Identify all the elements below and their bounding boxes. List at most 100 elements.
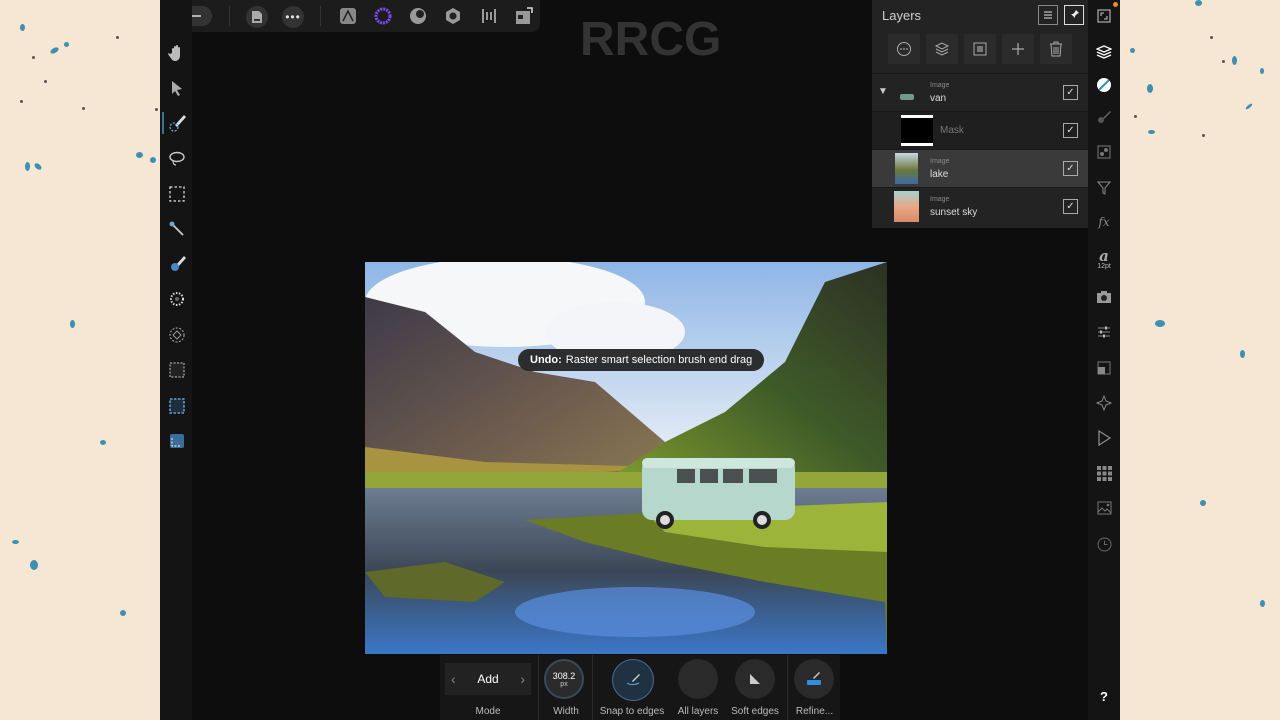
layer-stack-icon xyxy=(934,42,950,56)
selection-persona-icon xyxy=(374,7,392,25)
width-label: Width xyxy=(553,706,579,717)
move-tool[interactable] xyxy=(166,77,188,99)
tone-mapping-persona-icon xyxy=(482,9,496,23)
macro-studio-button[interactable] xyxy=(1094,428,1114,448)
desk-background-right xyxy=(1120,0,1280,720)
layer-row-lake[interactable]: Image lake ✓ xyxy=(872,149,1088,187)
refine-button[interactable] xyxy=(794,659,834,699)
snap-to-edges-group: Snap to edges xyxy=(594,655,670,720)
help-button[interactable]: ? xyxy=(1094,686,1114,706)
brushes-studio-button[interactable] xyxy=(1094,107,1114,127)
all-layers-toggle[interactable] xyxy=(678,659,718,699)
freehand-selection-tool[interactable] xyxy=(166,147,188,169)
refine-group: Refine... xyxy=(789,655,840,720)
snap-to-edges-label: Snap to edges xyxy=(599,706,665,717)
view-tool[interactable] xyxy=(166,42,188,64)
toast-message: Raster smart selection brush end drag xyxy=(565,354,753,366)
history-studio-button[interactable] xyxy=(1094,534,1114,554)
liquify-persona-button[interactable] xyxy=(408,6,428,26)
mode-label: Mode xyxy=(475,706,501,717)
more-button[interactable]: ••• xyxy=(282,6,304,28)
width-value: 308.2 xyxy=(552,670,576,681)
layer-visibility-checkbox[interactable]: ✓ xyxy=(1063,199,1078,214)
invert-selection[interactable] xyxy=(166,359,188,381)
selection-brush-tool[interactable] xyxy=(166,112,188,134)
context-toolbar: ‹ Add › Mode 308.2 px Width Snap to edge… xyxy=(440,655,840,720)
trash-icon xyxy=(1050,41,1062,57)
tone-mapping-persona-button[interactable] xyxy=(479,6,499,26)
filters-studio-button[interactable] xyxy=(1094,178,1114,198)
color-studio-button[interactable] xyxy=(1094,75,1114,95)
channels-icon xyxy=(1096,465,1112,481)
navigator-studio-button[interactable] xyxy=(1094,393,1114,413)
select-all-icon xyxy=(169,398,185,414)
layer-thumbnail xyxy=(894,191,919,222)
chevron-left-icon[interactable]: ‹ xyxy=(451,671,456,687)
selection-persona-button[interactable] xyxy=(373,6,393,26)
all-layers-label: All layers xyxy=(677,706,719,717)
transform-studio-button[interactable] xyxy=(1094,358,1114,378)
camera-studio-button[interactable] xyxy=(1094,287,1114,307)
toast-action: Undo: xyxy=(530,354,562,366)
text-style-icon: a xyxy=(1099,246,1109,265)
add-mask-button[interactable] xyxy=(964,34,996,64)
layer-row-van[interactable]: ▼ Image van ✓ xyxy=(872,73,1088,111)
chevron-right-icon[interactable]: › xyxy=(520,671,525,687)
van-image xyxy=(642,458,795,529)
magic-wand-icon xyxy=(169,221,184,236)
liquify-persona-icon xyxy=(410,8,426,24)
active-tool-indicator xyxy=(162,112,164,134)
layers-panel: Layers ▼ Image van ✓ Mask ✓ Image lake ✓… xyxy=(872,0,1088,228)
soft-edges-toggle[interactable] xyxy=(735,659,775,699)
mask-icon xyxy=(973,42,987,56)
lasso-icon xyxy=(169,151,185,166)
add-icon xyxy=(1012,43,1024,55)
layers-studio-button[interactable] xyxy=(1094,42,1114,62)
document-canvas[interactable] xyxy=(365,262,887,654)
add-layer-button[interactable] xyxy=(1002,34,1034,64)
select-all[interactable] xyxy=(166,395,188,417)
photo-persona-button[interactable] xyxy=(338,6,358,26)
layer-options-button[interactable] xyxy=(888,34,920,64)
adjustments-studio-button[interactable] xyxy=(1094,142,1114,162)
font-size-value: 12pt xyxy=(1097,262,1111,270)
layer-visibility-checkbox[interactable]: ✓ xyxy=(1063,161,1078,176)
export-persona-button[interactable] xyxy=(514,6,534,26)
develop-persona-button[interactable] xyxy=(443,6,463,26)
width-dial[interactable]: 308.2 px xyxy=(544,659,584,699)
fullscreen-button[interactable] xyxy=(1094,6,1114,26)
snap-brush-icon xyxy=(626,674,640,685)
layer-kind: Image xyxy=(930,82,950,89)
sampled-color-icon xyxy=(170,292,184,306)
select-sampled-color[interactable] xyxy=(166,288,188,310)
layer-row-mask[interactable]: Mask ✓ xyxy=(872,111,1088,149)
select-tonal-range[interactable] xyxy=(166,324,188,346)
layers-menu-button[interactable] xyxy=(1038,5,1058,25)
sliders-studio-button[interactable] xyxy=(1094,322,1114,342)
rectangular-marquee-tool[interactable] xyxy=(166,183,188,205)
layer-visibility-checkbox[interactable]: ✓ xyxy=(1063,123,1078,138)
refine-brush-tool[interactable] xyxy=(166,253,188,275)
delete-layer-button[interactable] xyxy=(1040,34,1072,64)
layer-stack-button[interactable] xyxy=(926,34,958,64)
all-layers-group: All layers xyxy=(672,655,724,720)
pin-panel-button[interactable] xyxy=(1064,5,1084,25)
refine-icon xyxy=(807,672,821,685)
layer-row-sunset-sky[interactable]: Image sunset sky ✓ xyxy=(872,187,1088,225)
fx-studio-button[interactable]: fx xyxy=(1094,212,1114,232)
expand-triangle-icon[interactable]: ▼ xyxy=(878,86,888,97)
snap-to-edges-toggle[interactable] xyxy=(612,659,654,701)
layer-visibility-checkbox[interactable]: ✓ xyxy=(1063,85,1078,100)
document-button[interactable] xyxy=(246,6,268,28)
develop-persona-icon xyxy=(446,8,460,24)
stock-studio-button[interactable] xyxy=(1094,498,1114,518)
text-style-button[interactable]: a 12pt xyxy=(1094,246,1114,272)
mode-stepper[interactable]: ‹ Add › xyxy=(445,663,531,695)
channels-studio-button[interactable] xyxy=(1094,463,1114,483)
flood-select-tool[interactable] xyxy=(166,218,188,240)
layer-options-icon xyxy=(897,42,911,56)
layers-title: Layers xyxy=(882,8,922,23)
layer-thumbnail xyxy=(900,94,914,100)
layer-name: lake xyxy=(930,169,949,180)
quick-mask[interactable] xyxy=(166,430,188,452)
